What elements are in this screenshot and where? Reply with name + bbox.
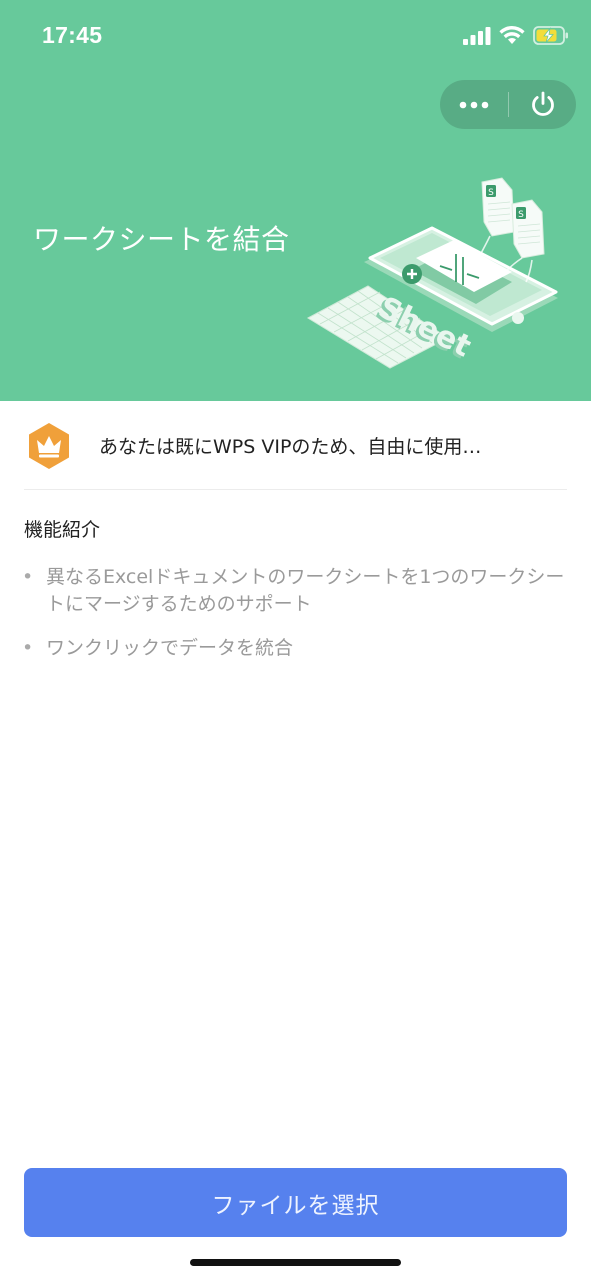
vip-status-text: あなたは既にWPS VIPのため、自由に使用… [99,436,482,458]
home-indicator [190,1259,401,1266]
feature-item-text: 異なるExcelドキュメントのワークシートを1つのワークシートにマージするための… [46,566,565,615]
feature-list: • 異なるExcelドキュメントのワークシートを1つのワークシートにマージするた… [22,564,574,679]
svg-text:S: S [488,188,494,198]
vip-status-row[interactable]: あなたは既にWPS VIPのため、自由に使用… [24,401,567,490]
header-banner: 17:45 ワークシートを結合 S S Sheet Sheet [0,0,591,401]
more-icon [459,101,489,108]
feature-item-text: ワンクリックでデータを統合 [46,637,294,659]
features-heading: 機能紹介 [24,519,101,541]
crown-icon [29,423,69,469]
merge-sheet-illustration: S S Sheet Sheet [306,177,558,369]
feature-item: • ワンクリックでデータを統合 [22,635,574,662]
bullet-icon: • [22,566,34,588]
select-file-button[interactable]: ファイルを選択 [24,1168,567,1237]
page-title: ワークシートを結合 [33,223,290,256]
bullet-icon: • [22,637,34,659]
wifi-icon [499,26,525,44]
status-bar: 17:45 [0,0,591,72]
status-time: 17:45 [42,22,103,48]
close-button[interactable] [509,80,576,129]
feature-item: • 異なるExcelドキュメントのワークシートを1つのワークシートにマージするた… [22,564,574,618]
power-icon [531,91,554,116]
mini-program-capsule [440,80,576,129]
signal-icon [463,26,491,45]
battery-charging-icon [533,26,568,45]
status-icons [463,26,569,45]
more-button[interactable] [440,80,508,129]
svg-text:S: S [518,210,524,220]
